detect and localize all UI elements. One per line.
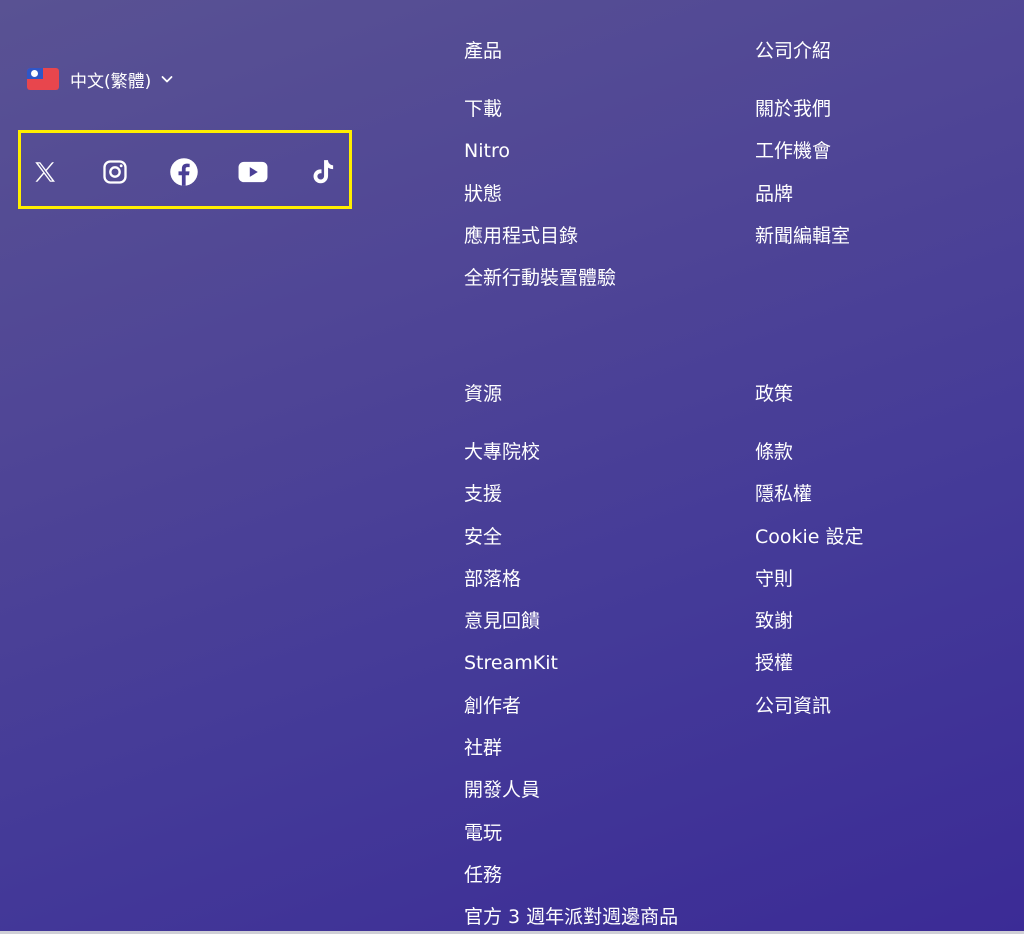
link-download[interactable]: 下載 <box>464 98 502 120</box>
link-privacy[interactable]: 隱私權 <box>755 483 812 505</box>
policies-links: 條款 隱私權 Cookie 設定 守則 致謝 授權 公司資訊 <box>755 440 864 736</box>
link-creators[interactable]: 創作者 <box>464 695 521 717</box>
tiktok-icon[interactable] <box>308 157 338 187</box>
language-label: 中文(繁體) <box>70 71 152 92</box>
chevron-down-icon <box>161 76 173 83</box>
link-nitro[interactable]: Nitro <box>464 140 510 162</box>
youtube-icon[interactable] <box>238 157 268 187</box>
link-new-mobile-experience[interactable]: 全新行動裝置體驗 <box>464 267 616 289</box>
link-jobs[interactable]: 工作機會 <box>755 140 831 162</box>
link-quests[interactable]: 任務 <box>464 864 502 886</box>
social-links-highlight <box>18 130 352 209</box>
policies-heading: 政策 <box>755 383 794 405</box>
link-feedback[interactable]: 意見回饋 <box>464 610 540 632</box>
products-column: 產品 下載 Nitro 狀態 應用程式目錄 全新行動裝置體驗 <box>464 39 616 308</box>
link-safety[interactable]: 安全 <box>464 526 502 548</box>
link-developers[interactable]: 開發人員 <box>464 779 540 801</box>
link-app-directory[interactable]: 應用程式目錄 <box>464 225 578 247</box>
link-acknowledgements[interactable]: 致謝 <box>755 610 793 632</box>
link-terms[interactable]: 條款 <box>755 441 793 463</box>
link-status[interactable]: 狀態 <box>464 183 502 205</box>
language-selector[interactable]: 中文(繁體) <box>27 66 174 92</box>
link-blog[interactable]: 部落格 <box>464 568 521 590</box>
instagram-icon[interactable] <box>100 157 130 187</box>
link-streamkit[interactable]: StreamKit <box>464 652 558 674</box>
taiwan-flag-icon <box>27 68 59 90</box>
x-twitter-icon[interactable] <box>30 157 60 187</box>
resources-column: 資源 大專院校 支援 安全 部落格 意見回饋 StreamKit 創作者 社群 … <box>464 382 678 934</box>
link-brand[interactable]: 品牌 <box>755 183 793 205</box>
link-licenses[interactable]: 授權 <box>755 652 793 674</box>
link-official-merch[interactable]: 官方 3 週年派對週邊商品 <box>464 906 678 928</box>
link-cookie-settings[interactable]: Cookie 設定 <box>755 526 864 548</box>
link-guidelines[interactable]: 守則 <box>755 568 793 590</box>
resources-heading: 資源 <box>464 383 503 405</box>
resources-links: 大專院校 支援 安全 部落格 意見回饋 StreamKit 創作者 社群 開發人… <box>464 440 678 934</box>
products-links: 下載 Nitro 狀態 應用程式目錄 全新行動裝置體驗 <box>464 97 616 308</box>
facebook-icon[interactable] <box>169 157 199 187</box>
link-support[interactable]: 支援 <box>464 483 502 505</box>
link-gaming[interactable]: 電玩 <box>464 822 502 844</box>
link-about[interactable]: 關於我們 <box>755 98 831 120</box>
company-column: 公司介紹 關於我們 工作機會 品牌 新聞編輯室 <box>755 39 850 266</box>
link-community[interactable]: 社群 <box>464 737 502 759</box>
link-newsroom[interactable]: 新聞編輯室 <box>755 225 850 247</box>
link-college[interactable]: 大專院校 <box>464 441 540 463</box>
company-heading: 公司介紹 <box>755 40 832 62</box>
link-company-information[interactable]: 公司資訊 <box>755 695 831 717</box>
products-heading: 產品 <box>464 40 503 62</box>
policies-column: 政策 條款 隱私權 Cookie 設定 守則 致謝 授權 公司資訊 <box>755 382 864 736</box>
company-links: 關於我們 工作機會 品牌 新聞編輯室 <box>755 97 850 266</box>
